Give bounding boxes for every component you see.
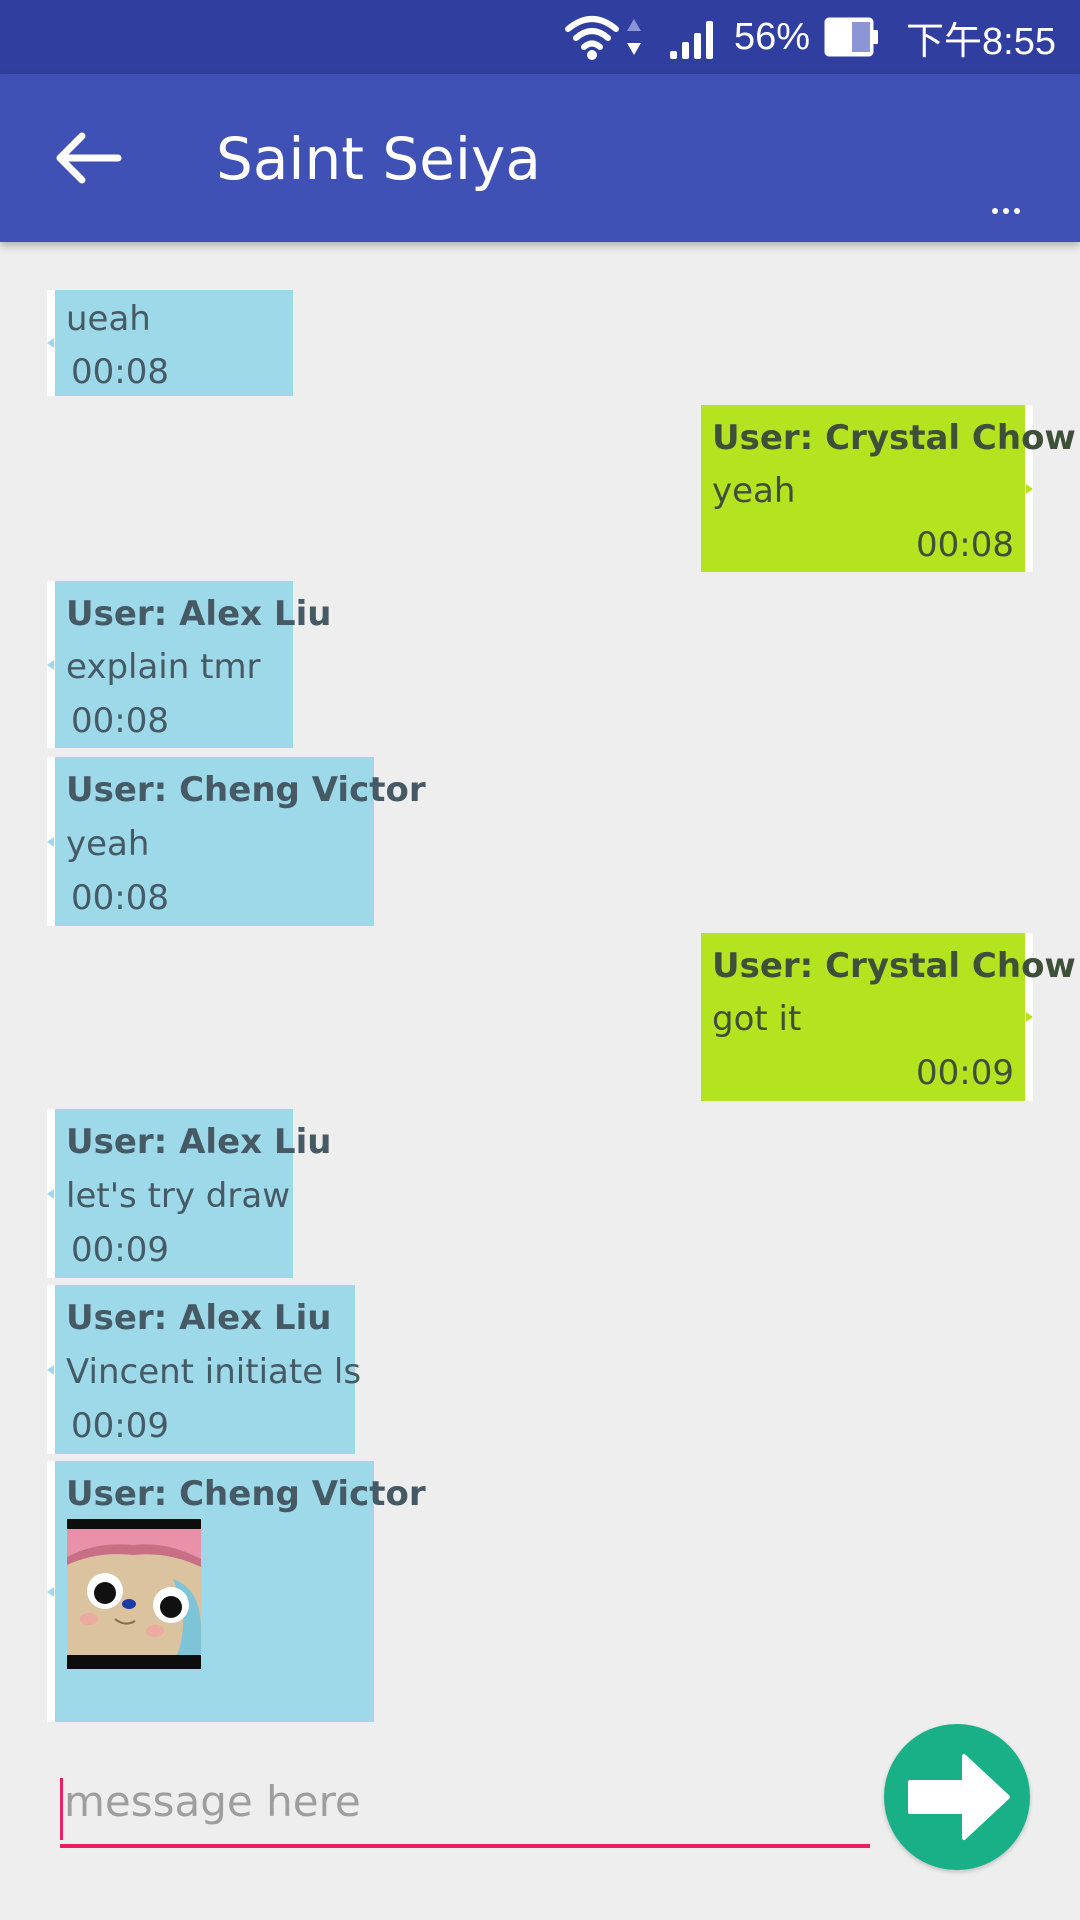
- message-time: 00:09: [71, 1230, 169, 1270]
- message-input[interactable]: [60, 1758, 870, 1844]
- message-sender: User: Cheng Victor: [66, 770, 426, 810]
- signal-icon: [669, 15, 720, 59]
- message-time: 00:08: [916, 525, 1014, 565]
- message-text: got it: [712, 999, 802, 1039]
- message-sender: User: Alex Liu: [66, 1122, 332, 1162]
- arrow-left-icon: [56, 132, 122, 184]
- app-bar: Saint Seiya: [0, 74, 1080, 242]
- wifi-icon: [564, 13, 620, 61]
- message-text: yeah: [66, 824, 150, 864]
- message-text: explain tmr: [66, 647, 261, 687]
- message-time: 00:08: [71, 701, 169, 741]
- message-sender: User: Alex Liu: [66, 1298, 332, 1338]
- message-time: 00:08: [71, 352, 169, 392]
- battery-percent: 56%: [733, 15, 811, 58]
- message-bubble-incoming[interactable]: User: Alex Liu explain tmr 00:08: [47, 581, 331, 748]
- status-bar: 56% 下午8:55: [0, 0, 1080, 74]
- battery-icon: [824, 17, 880, 57]
- clock: 下午8:55: [906, 20, 1056, 63]
- message-time: 00:08: [71, 878, 169, 918]
- message-text: Vincent initiate ls: [66, 1352, 362, 1392]
- arrow-right-icon: [908, 1754, 1010, 1840]
- text-cursor: [60, 1778, 63, 1840]
- send-button[interactable]: [884, 1724, 1030, 1870]
- input-underline: [60, 1844, 870, 1848]
- overflow-menu-button[interactable]: [976, 196, 1036, 226]
- chat-title: Saint Seiya: [216, 125, 541, 193]
- message-sender: User: Crystal Chow: [712, 946, 1076, 986]
- message-sender: User: Crystal Chow: [712, 418, 1076, 458]
- message-bubble-outgoing[interactable]: User: Crystal Chow yeah 00:08: [701, 405, 1076, 572]
- message-bubble-incoming[interactable]: ueah 00:08: [47, 290, 293, 396]
- message-text: yeah: [712, 471, 796, 511]
- message-bubble-outgoing[interactable]: User: Crystal Chow got it 00:09: [701, 933, 1076, 1101]
- composer: [60, 1758, 870, 1848]
- more-dots-icon: [992, 208, 1020, 214]
- message-text: let's try draw: [66, 1176, 291, 1216]
- message-time: 00:09: [916, 1053, 1014, 1093]
- back-button[interactable]: [48, 118, 128, 198]
- data-arrows-icon: [624, 15, 644, 59]
- message-sender: User: Cheng Victor: [66, 1474, 426, 1514]
- message-bubble-incoming[interactable]: User: Cheng Victor yeah 00:08: [47, 757, 426, 926]
- image-attachment[interactable]: [67, 1519, 201, 1669]
- message-text: ueah: [66, 299, 151, 339]
- message-list[interactable]: ueah 00:08 User: Crystal Chow yeah 00:08…: [0, 242, 1080, 1722]
- message-time: 00:09: [71, 1406, 169, 1446]
- message-bubble-incoming[interactable]: User: Cheng Victor: [47, 1461, 426, 1722]
- message-sender: User: Alex Liu: [66, 594, 332, 634]
- message-bubble-incoming[interactable]: User: Alex Liu Vincent initiate ls 00:09: [47, 1285, 361, 1454]
- message-bubble-incoming[interactable]: User: Alex Liu let's try draw 00:09: [47, 1109, 331, 1278]
- chopper-image: [67, 1519, 201, 1669]
